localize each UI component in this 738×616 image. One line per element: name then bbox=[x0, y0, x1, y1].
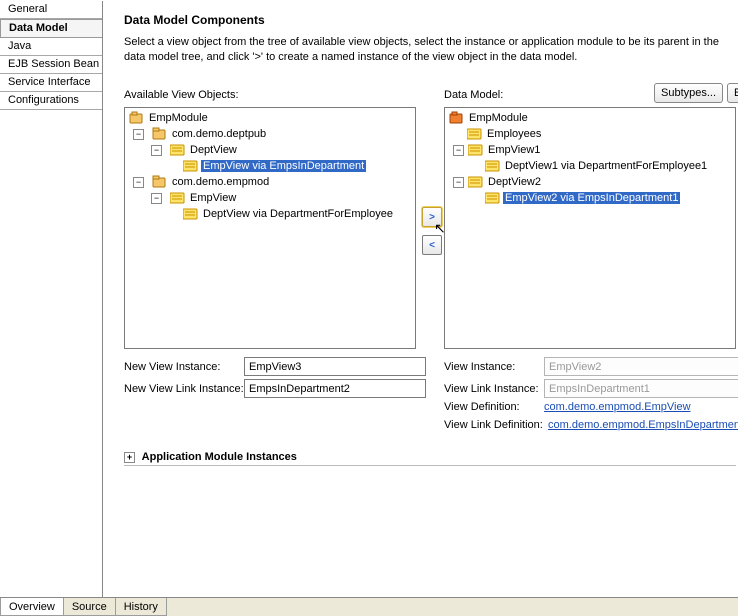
view-icon bbox=[170, 191, 185, 205]
tree-label: EmpView2 via EmpsInDepartment1 bbox=[503, 192, 680, 204]
new-view-link-input[interactable] bbox=[244, 379, 426, 398]
tree-node-viewlink[interactable]: DeptView via DepartmentForEmployee bbox=[125, 206, 415, 222]
available-label: Available View Objects: bbox=[124, 89, 239, 101]
view-icon bbox=[468, 175, 483, 189]
help-text: Select a view object from the tree of av… bbox=[124, 35, 724, 65]
tree-node-viewlink[interactable]: EmpView via EmpsInDepartment bbox=[125, 158, 415, 174]
view-icon bbox=[468, 143, 483, 157]
view-icon bbox=[485, 191, 500, 205]
module-icon bbox=[449, 111, 464, 125]
tree-node-pkg[interactable]: − com.demo.empmod bbox=[125, 174, 415, 190]
tree-label: com.demo.deptpub bbox=[170, 128, 268, 140]
available-tree[interactable]: EmpModule − com.demo.deptpub − bbox=[124, 107, 416, 349]
tree-label: EmpView via EmpsInDepartment bbox=[201, 160, 366, 172]
tree-twisty[interactable]: − bbox=[453, 145, 464, 156]
view-icon bbox=[183, 207, 198, 221]
package-icon bbox=[152, 127, 167, 141]
view-instance-label: View Instance: bbox=[444, 361, 544, 373]
tree-node-root[interactable]: EmpModule bbox=[125, 110, 415, 126]
subtypes-button[interactable]: Subtypes... bbox=[654, 83, 723, 103]
tab-source[interactable]: Source bbox=[63, 598, 116, 616]
sidebar-item-configurations[interactable]: Configurations bbox=[0, 92, 102, 110]
app-module-instances-section: + Application Module Instances bbox=[124, 451, 736, 472]
tree-label: EmpModule bbox=[467, 112, 530, 124]
tree-label: DeptView bbox=[188, 144, 239, 156]
view-link-definition-link[interactable]: com.demo.empmod.EmpsInDepartment bbox=[548, 419, 738, 431]
tree-node-root[interactable]: EmpModule bbox=[445, 110, 735, 126]
tree-twisty[interactable]: − bbox=[133, 129, 144, 140]
module-icon bbox=[129, 111, 144, 125]
section-expand-icon[interactable]: + bbox=[124, 452, 135, 463]
new-view-link-label: New View Link Instance: bbox=[124, 383, 244, 395]
tree-twisty[interactable]: − bbox=[453, 177, 464, 188]
section-title: Application Module Instances bbox=[142, 451, 297, 463]
sidebar-item-general[interactable]: General bbox=[0, 1, 102, 19]
splitter[interactable] bbox=[102, 1, 103, 598]
tree-node-viewlink[interactable]: DeptView1 via DepartmentForEmployee1 bbox=[445, 158, 735, 174]
sidebar-item-data-model[interactable]: Data Model bbox=[0, 19, 102, 38]
view-icon bbox=[183, 159, 198, 173]
sidebar-item-ejb-session-bean[interactable]: EJB Session Bean bbox=[0, 56, 102, 74]
view-instance-value: EmpView2 bbox=[544, 357, 738, 376]
tree-node-pkg[interactable]: − com.demo.deptpub bbox=[125, 126, 415, 142]
tree-label: DeptView2 bbox=[486, 176, 543, 188]
tree-node-view[interactable]: Employees bbox=[445, 126, 735, 142]
sidebar-item-service-interface[interactable]: Service Interface bbox=[0, 74, 102, 92]
tree-node-view[interactable]: − DeptView2 bbox=[445, 174, 735, 190]
sidebar-item-java[interactable]: Java bbox=[0, 38, 102, 56]
view-icon bbox=[485, 159, 500, 173]
tree-label: Employees bbox=[485, 128, 543, 140]
tree-node-view[interactable]: − EmpView bbox=[125, 190, 415, 206]
remove-button[interactable]: < bbox=[422, 235, 442, 255]
tree-twisty[interactable]: − bbox=[133, 177, 144, 188]
tab-history[interactable]: History bbox=[115, 598, 167, 616]
new-view-instance-label: New View Instance: bbox=[124, 361, 244, 373]
view-icon bbox=[170, 143, 185, 157]
tree-node-view[interactable]: − DeptView bbox=[125, 142, 415, 158]
sidebar: General Data Model Java EJB Session Bean… bbox=[0, 1, 102, 598]
new-view-instance-input[interactable] bbox=[244, 357, 426, 376]
view-definition-link[interactable]: com.demo.empmod.EmpView bbox=[544, 401, 691, 413]
add-button[interactable]: > bbox=[422, 207, 442, 227]
package-icon bbox=[152, 175, 167, 189]
tree-node-view[interactable]: − EmpView1 bbox=[445, 142, 735, 158]
tree-twisty[interactable]: − bbox=[151, 145, 162, 156]
view-link-instance-value: EmpsInDepartment1 bbox=[544, 379, 738, 398]
view-icon bbox=[467, 127, 482, 141]
page-title: Data Model Components bbox=[124, 13, 736, 27]
tree-label: EmpView1 bbox=[486, 144, 542, 156]
tree-label: DeptView via DepartmentForEmployee bbox=[201, 208, 395, 220]
tree-label: com.demo.empmod bbox=[170, 176, 271, 188]
view-link-instance-label: View Link Instance: bbox=[444, 383, 544, 395]
edit-button[interactable]: Edit... bbox=[727, 83, 738, 103]
tree-twisty[interactable]: − bbox=[151, 193, 162, 204]
bottom-tabs: Overview Source History bbox=[0, 597, 738, 616]
tab-overview[interactable]: Overview bbox=[0, 598, 64, 616]
tree-label: EmpView bbox=[188, 192, 238, 204]
data-model-label: Data Model: bbox=[444, 89, 503, 101]
view-link-definition-label: View Link Definition: bbox=[444, 419, 548, 431]
view-definition-label: View Definition: bbox=[444, 401, 544, 413]
tree-label: EmpModule bbox=[147, 112, 210, 124]
data-model-tree[interactable]: EmpModule Employees − EmpView1 bbox=[444, 107, 736, 349]
tree-label: DeptView1 via DepartmentForEmployee1 bbox=[503, 160, 709, 172]
tree-node-viewlink[interactable]: EmpView2 via EmpsInDepartment1 bbox=[445, 190, 735, 206]
